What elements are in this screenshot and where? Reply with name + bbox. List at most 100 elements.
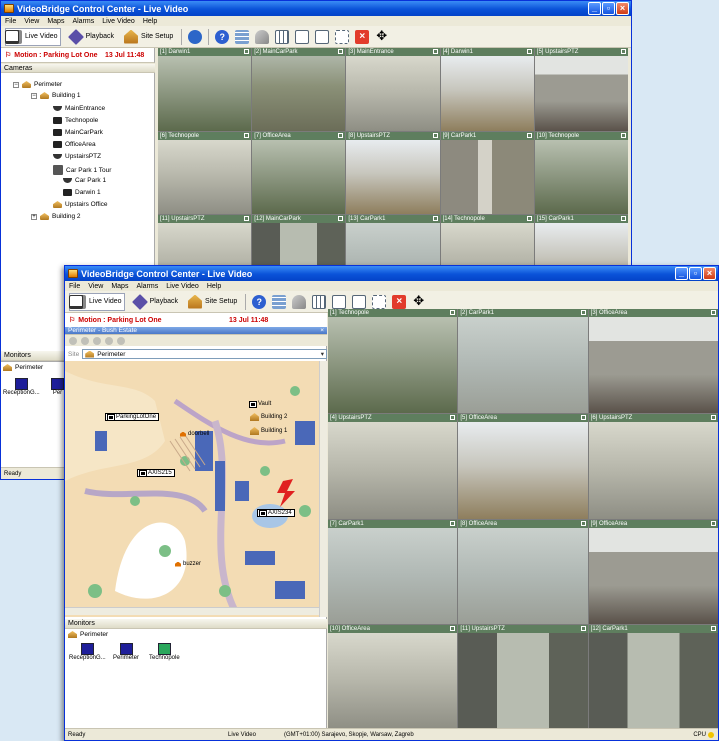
- tree-item-building-1[interactable]: − Building 1: [31, 92, 81, 99]
- map-marker-parking[interactable]: ParkingLotOne: [105, 413, 160, 421]
- tree-item-upstairsptz[interactable]: UpstairsPTZ: [53, 153, 101, 160]
- help-icon[interactable]: ?: [215, 29, 230, 44]
- video-tile[interactable]: [1] Technopole: [328, 309, 458, 414]
- monitor-icon[interactable]: [69, 294, 83, 309]
- tile-maximize-icon[interactable]: [526, 49, 532, 54]
- video-tile[interactable]: [4] UpstairsPTZ: [328, 414, 458, 519]
- video-tile[interactable]: [11] UpstairsPTZ: [458, 624, 588, 729]
- video-tile[interactable]: [6] Technopole: [158, 131, 252, 215]
- stop-icon[interactable]: ×: [392, 294, 407, 309]
- key-icon[interactable]: [255, 29, 270, 44]
- maximize-button[interactable]: ▫: [602, 2, 615, 15]
- video-tile[interactable]: [10] OfficeArea: [328, 624, 458, 729]
- tree-item-perimeter[interactable]: − Perimeter: [13, 81, 62, 88]
- tile-maximize-icon[interactable]: [450, 415, 456, 421]
- tile-maximize-icon[interactable]: [338, 49, 344, 54]
- map-marker-axis234[interactable]: AXIS234: [257, 509, 295, 517]
- monitor-icon[interactable]: [5, 29, 19, 44]
- video-tile[interactable]: [5] OfficeArea: [458, 414, 588, 519]
- view-icon[interactable]: [315, 29, 330, 44]
- map-marker-axis215[interactable]: AXIS215: [137, 469, 175, 477]
- tree-item-darwin-1[interactable]: Darwin 1: [63, 189, 101, 196]
- video-tile[interactable]: [3] MainEntrance: [346, 48, 440, 131]
- collapse-toggle[interactable]: −: [13, 81, 19, 88]
- map-horizontal-scrollbar[interactable]: [65, 607, 319, 615]
- menu-live-video[interactable]: Live Video: [102, 18, 135, 25]
- monitor-reception[interactable]: ReceptionG...: [69, 643, 106, 661]
- close-button[interactable]: ×: [616, 2, 629, 15]
- monitor-technopole[interactable]: Technopole: [149, 643, 180, 661]
- video-tile[interactable]: [6] UpstairsPTZ: [588, 414, 718, 519]
- stop-icon[interactable]: ×: [355, 29, 370, 44]
- tile-maximize-icon[interactable]: [244, 216, 250, 222]
- tile-maximize-icon[interactable]: [450, 625, 456, 631]
- tile-maximize-icon[interactable]: [710, 625, 716, 631]
- tile-maximize-icon[interactable]: [432, 132, 438, 138]
- video-tile[interactable]: [3] OfficeArea: [588, 309, 718, 414]
- home-icon[interactable]: [105, 336, 113, 345]
- map-vertical-scrollbar[interactable]: [319, 361, 327, 617]
- single-view-icon[interactable]: [295, 29, 310, 44]
- expand-toggle[interactable]: +: [31, 213, 37, 220]
- back-titlebar[interactable]: VideoBridge Control Center - Live Video …: [1, 1, 631, 16]
- video-tile[interactable]: [10] Technopole: [534, 131, 628, 215]
- single-view-icon[interactable]: [332, 294, 347, 309]
- site-dropdown[interactable]: Perimeter ▾: [82, 349, 327, 359]
- tile-maximize-icon[interactable]: [620, 49, 626, 54]
- help-icon[interactable]: ?: [252, 294, 267, 309]
- refresh-icon[interactable]: [188, 29, 203, 44]
- video-tile[interactable]: [7] CarPark1: [328, 519, 458, 624]
- monitor-reception[interactable]: ReceptionG...: [3, 378, 40, 396]
- key-icon[interactable]: [292, 294, 307, 309]
- tree-item-officearea[interactable]: OfficeArea: [53, 141, 96, 148]
- back-icon[interactable]: [69, 336, 77, 345]
- video-tile[interactable]: [8] OfficeArea: [458, 519, 588, 624]
- video-tile[interactable]: [12] CarPark1: [588, 624, 718, 729]
- tile-maximize-icon[interactable]: [338, 132, 344, 138]
- forward-icon[interactable]: [81, 336, 89, 345]
- tile-maximize-icon[interactable]: [580, 625, 586, 631]
- alarm-bar[interactable]: ⚐ Motion : Parking Lot One 13 Jul 11:48: [1, 48, 155, 63]
- layout-icon[interactable]: [312, 294, 327, 309]
- tile-maximize-icon[interactable]: [580, 415, 586, 421]
- map-marker-building-2[interactable]: Building 2: [250, 413, 287, 421]
- tile-maximize-icon[interactable]: [710, 520, 716, 526]
- monitors-perimeter-select[interactable]: Perimeter: [3, 364, 43, 371]
- tile-maximize-icon[interactable]: [338, 216, 344, 222]
- chevron-down-icon[interactable]: ▾: [321, 350, 324, 358]
- layout-icon[interactable]: [275, 29, 290, 44]
- playback-button[interactable]: Playback: [131, 293, 180, 311]
- video-tile[interactable]: [5] UpstairsPTZ: [534, 48, 628, 131]
- menu-file[interactable]: File: [5, 18, 16, 25]
- menu-alarms[interactable]: Alarms: [136, 283, 158, 290]
- map-marker-vault[interactable]: Vault: [249, 400, 271, 408]
- video-tile[interactable]: [8] UpstairsPTZ: [346, 131, 440, 215]
- menu-alarms[interactable]: Alarms: [72, 18, 94, 25]
- tree-item-mainentrance[interactable]: MainEntrance: [53, 105, 105, 112]
- menu-view[interactable]: View: [24, 18, 39, 25]
- maximize-button[interactable]: ▫: [689, 267, 702, 280]
- monitors-perimeter-select[interactable]: Perimeter: [68, 631, 108, 638]
- video-tile[interactable]: [9] OfficeArea: [588, 519, 718, 624]
- video-tile[interactable]: [2] MainCarPark: [252, 48, 346, 131]
- tree-item-building-2[interactable]: + Building 2: [31, 213, 81, 220]
- fullscreen-icon[interactable]: [372, 294, 387, 309]
- tile-maximize-icon[interactable]: [526, 216, 532, 222]
- tile-maximize-icon[interactable]: [432, 216, 438, 222]
- up-icon[interactable]: [93, 336, 101, 345]
- view-icon[interactable]: [352, 294, 367, 309]
- site-map[interactable]: ParkingLotOne Vault Building 2 Building …: [65, 361, 323, 617]
- menu-help[interactable]: Help: [207, 283, 221, 290]
- tile-maximize-icon[interactable]: [620, 216, 626, 222]
- playback-button[interactable]: Playback: [67, 28, 116, 46]
- video-tile[interactable]: [1] Darwin1: [158, 48, 252, 131]
- ptz-move-icon[interactable]: [412, 293, 426, 309]
- tree-item-technopole[interactable]: Technopole: [53, 117, 98, 124]
- site-setup-button[interactable]: Site Setup: [186, 293, 239, 311]
- tile-maximize-icon[interactable]: [620, 132, 626, 138]
- tree-item-upstairs-office[interactable]: Upstairs Office: [53, 201, 108, 208]
- alarm-bar[interactable]: ⚐ Motion : Parking Lot One 13 Jul 11:48: [65, 313, 327, 328]
- close-map-icon[interactable]: ×: [320, 327, 324, 335]
- tile-maximize-icon[interactable]: [450, 310, 456, 315]
- tile-maximize-icon[interactable]: [580, 310, 586, 315]
